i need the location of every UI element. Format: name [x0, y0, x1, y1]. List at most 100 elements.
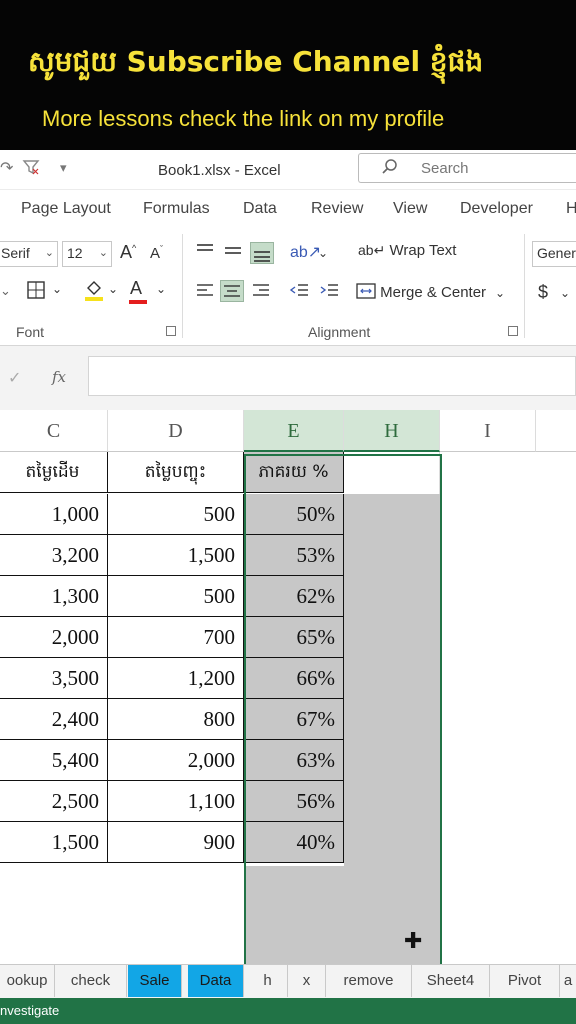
cell-original-price[interactable]: 2,500	[0, 781, 108, 822]
font-color-label: A	[130, 278, 143, 298]
cell-discount-price[interactable]: 500	[108, 576, 244, 617]
chevron-down-icon[interactable]: ⌄	[156, 282, 166, 296]
enter-check-icon[interactable]: ✓	[8, 368, 21, 388]
cell-discount-price[interactable]: 900	[108, 822, 244, 863]
currency-symbol: $	[538, 282, 549, 302]
cell-original-price[interactable]: 1,000	[0, 494, 108, 535]
wrap-text-icon: ab↵	[358, 242, 386, 258]
wrap-text-label: Wrap Text	[389, 242, 457, 259]
cell-original-price[interactable]: 3,500	[0, 658, 108, 699]
align-top-icon[interactable]	[194, 240, 218, 262]
merge-center-button[interactable]: Merge & Center	[356, 282, 486, 301]
cell-original-price[interactable]: 3,200	[0, 535, 108, 576]
chevron-down-icon[interactable]: ⌄	[108, 282, 118, 296]
column-header-c[interactable]: C	[0, 410, 108, 452]
column-header-blank[interactable]	[536, 410, 576, 452]
tab-data[interactable]: Data	[243, 200, 277, 218]
decrease-indent-icon[interactable]	[288, 280, 312, 302]
shrink-font-button[interactable]: Aˇ	[150, 244, 163, 262]
font-size-value: 12	[67, 245, 83, 261]
chevron-down-icon[interactable]: ⌄	[560, 286, 570, 300]
font-color-swatch	[129, 300, 147, 304]
number-format-value: Genera	[537, 245, 576, 261]
sheet-tab-sheet4[interactable]: Sheet4	[412, 965, 490, 997]
sheet-tab-data[interactable]: Data	[188, 965, 244, 997]
worksheet-grid[interactable]: C D E H I តម្លៃដើម តម្លៃបញ្ចុះ ភាគរយ % 1…	[0, 410, 576, 964]
sheet-tab-check[interactable]: check	[55, 965, 127, 997]
column-header-e[interactable]: E	[244, 410, 344, 452]
tab-page-layout[interactable]: Page Layout	[21, 200, 111, 218]
font-size-dropdown[interactable]: 12 ⌄	[62, 241, 112, 267]
increase-indent-icon[interactable]	[318, 280, 342, 302]
chevron-down-icon[interactable]: ⌄	[318, 246, 328, 260]
sheet-tab-more[interactable]: a	[560, 965, 576, 997]
formula-input[interactable]	[88, 356, 576, 396]
formula-bar: ✓ fx	[0, 346, 576, 410]
banner-subtitle: More lessons check the link on my profil…	[42, 106, 445, 131]
cell-discount-price[interactable]: 700	[108, 617, 244, 658]
customize-quick-access-icon[interactable]: ▾	[60, 160, 67, 176]
number-format-dropdown[interactable]: Genera	[532, 241, 576, 267]
align-right-icon[interactable]	[250, 280, 274, 302]
tab-formulas[interactable]: Formulas	[143, 200, 210, 218]
sheet-tab-remove[interactable]: remove	[326, 965, 412, 997]
currency-format-button[interactable]: $	[538, 282, 548, 303]
fill-color-button[interactable]	[83, 278, 105, 306]
cell-original-price[interactable]: 1,500	[0, 822, 108, 863]
align-bottom-icon[interactable]	[250, 242, 274, 264]
cell-original-price[interactable]: 5,400	[0, 740, 108, 781]
sheet-tab-lookup[interactable]: ookup	[0, 965, 55, 997]
cell-discount-price[interactable]: 2,000	[108, 740, 244, 781]
tab-view[interactable]: View	[393, 200, 427, 218]
font-dialog-launcher-icon[interactable]	[166, 326, 176, 336]
table-header-discount-price[interactable]: តម្លៃបញ្ចុះ	[108, 452, 244, 493]
sheet-tab-h[interactable]: h	[248, 965, 288, 997]
chevron-down-icon: ⌄	[98, 247, 108, 259]
tab-developer[interactable]: Developer	[460, 200, 533, 218]
paint-bucket-icon	[85, 281, 103, 301]
search-box[interactable]: Search	[358, 153, 576, 183]
grow-font-button[interactable]: A^	[120, 242, 136, 263]
font-color-button[interactable]: A	[129, 278, 147, 304]
align-left-icon[interactable]	[194, 280, 218, 302]
search-placeholder: Search	[421, 160, 469, 177]
align-middle-icon[interactable]	[222, 240, 246, 262]
insert-function-button[interactable]: fx	[52, 368, 66, 386]
status-bar: nvestigate	[0, 998, 576, 1024]
borders-button[interactable]	[26, 280, 46, 304]
tab-review[interactable]: Review	[311, 200, 363, 218]
banner-title: សូមជួយ Subscribe Channel ខ្ញុំផង	[28, 45, 484, 78]
cell-original-price[interactable]: 1,300	[0, 576, 108, 617]
group-divider	[182, 234, 183, 338]
table-header-original-price[interactable]: តម្លៃដើម	[0, 452, 108, 493]
cell-discount-price[interactable]: 500	[108, 494, 244, 535]
cell-original-price[interactable]: 2,400	[0, 699, 108, 740]
chevron-down-icon[interactable]: ⌄	[52, 282, 62, 296]
chevron-down-icon[interactable]: ⌄	[0, 283, 11, 299]
sheet-tab-sale[interactable]: Sale	[128, 965, 182, 997]
cell-discount-price[interactable]: 1,500	[108, 535, 244, 576]
orientation-icon[interactable]: ab↗	[290, 242, 321, 262]
chevron-down-icon[interactable]: ⌄	[495, 286, 505, 300]
wrap-text-button[interactable]: ab↵ Wrap Text	[358, 242, 456, 259]
redo-icon[interactable]: ↷	[0, 158, 13, 178]
cell-discount-price[interactable]: 1,200	[108, 658, 244, 699]
cell-discount-price[interactable]: 1,100	[108, 781, 244, 822]
alignment-dialog-launcher-icon[interactable]	[508, 326, 518, 336]
tab-help[interactable]: H	[566, 200, 576, 218]
align-center-icon[interactable]	[220, 280, 244, 302]
filter-clear-icon[interactable]	[22, 158, 40, 181]
cell-original-price[interactable]: 2,000	[0, 617, 108, 658]
chevron-down-icon: ⌄	[44, 247, 54, 259]
cell-discount-price[interactable]: 800	[108, 699, 244, 740]
group-divider	[524, 234, 525, 338]
column-header-d[interactable]: D	[108, 410, 244, 452]
font-name-dropdown[interactable]: Serif ⌄	[0, 241, 58, 267]
cell-cursor-icon: ✚	[404, 928, 423, 953]
column-header-h[interactable]: H	[344, 410, 440, 452]
sheet-tab-x[interactable]: x	[288, 965, 326, 997]
document-title: Book1.xlsx - Excel	[158, 162, 281, 179]
column-header-i[interactable]: I	[440, 410, 536, 452]
ribbon-panel: Serif ⌄ 12 ⌄ A^ Aˇ ⌄ ⌄ ⌄ A ⌄ Font ab↗ ⌄ …	[0, 228, 576, 346]
sheet-tab-pivot[interactable]: Pivot	[490, 965, 560, 997]
